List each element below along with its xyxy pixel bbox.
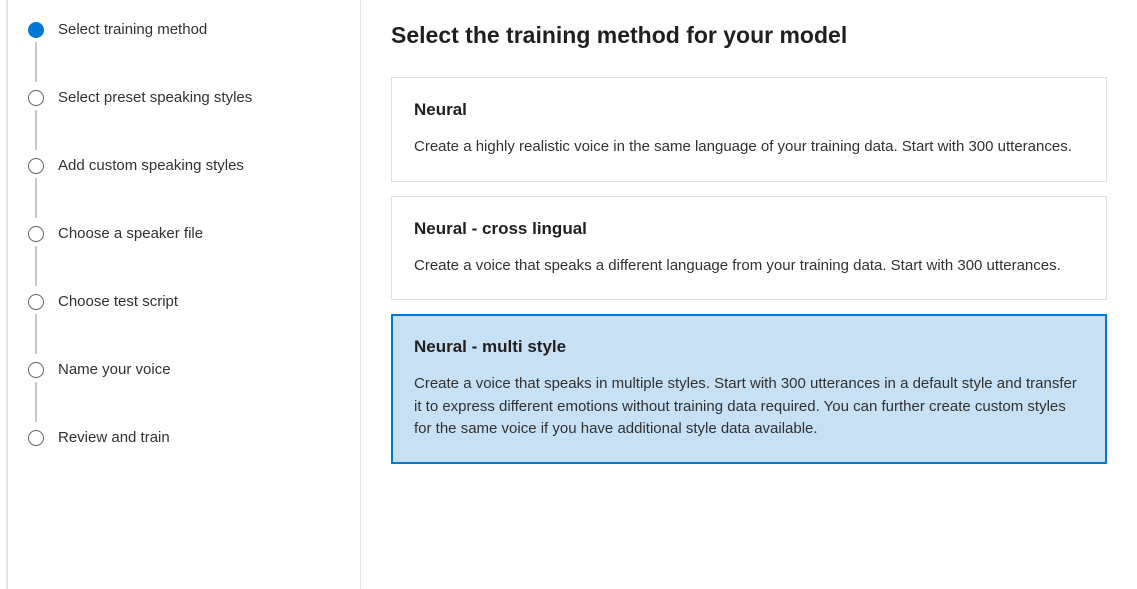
step-indicator-active-icon	[28, 22, 44, 38]
step-label: Select preset speaking styles	[58, 89, 252, 106]
step-connector	[35, 246, 37, 286]
main-content: Select the training method for your mode…	[361, 0, 1137, 589]
step-label: Choose test script	[58, 293, 178, 310]
training-method-option-neural[interactable]: Neural Create a highly realistic voice i…	[391, 77, 1107, 182]
step-label: Select training method	[58, 21, 207, 38]
step-name-your-voice[interactable]: Name your voice	[28, 360, 340, 428]
training-method-option-neural-multi-style[interactable]: Neural - multi style Create a voice that…	[391, 314, 1107, 464]
step-indicator-icon	[28, 226, 44, 242]
training-method-option-neural-cross-lingual[interactable]: Neural - cross lingual Create a voice th…	[391, 196, 1107, 301]
wizard-sidebar: Select training method Select preset spe…	[6, 0, 361, 589]
step-label: Choose a speaker file	[58, 225, 203, 242]
option-title: Neural	[414, 100, 1084, 120]
step-connector	[35, 110, 37, 150]
option-description: Create a voice that speaks in multiple s…	[414, 373, 1084, 441]
step-select-training-method[interactable]: Select training method	[28, 20, 340, 88]
step-indicator-icon	[28, 158, 44, 174]
step-indicator-icon	[28, 294, 44, 310]
step-label: Add custom speaking styles	[58, 157, 244, 174]
step-review-and-train[interactable]: Review and train	[28, 428, 340, 448]
option-title: Neural - cross lingual	[414, 219, 1084, 239]
step-label: Name your voice	[58, 361, 171, 378]
option-description: Create a highly realistic voice in the s…	[414, 136, 1084, 159]
step-connector	[35, 178, 37, 218]
step-label: Review and train	[58, 429, 170, 446]
option-description: Create a voice that speaks a different l…	[414, 255, 1084, 278]
step-add-custom-speaking-styles[interactable]: Add custom speaking styles	[28, 156, 340, 224]
step-indicator-icon	[28, 90, 44, 106]
step-indicator-icon	[28, 430, 44, 446]
step-connector	[35, 314, 37, 354]
step-indicator-icon	[28, 362, 44, 378]
step-select-preset-speaking-styles[interactable]: Select preset speaking styles	[28, 88, 340, 156]
option-title: Neural - multi style	[414, 337, 1084, 357]
step-connector	[35, 382, 37, 422]
step-choose-test-script[interactable]: Choose test script	[28, 292, 340, 360]
page-title: Select the training method for your mode…	[391, 22, 1107, 49]
step-choose-speaker-file[interactable]: Choose a speaker file	[28, 224, 340, 292]
step-list: Select training method Select preset spe…	[28, 20, 340, 448]
step-connector	[35, 42, 37, 82]
